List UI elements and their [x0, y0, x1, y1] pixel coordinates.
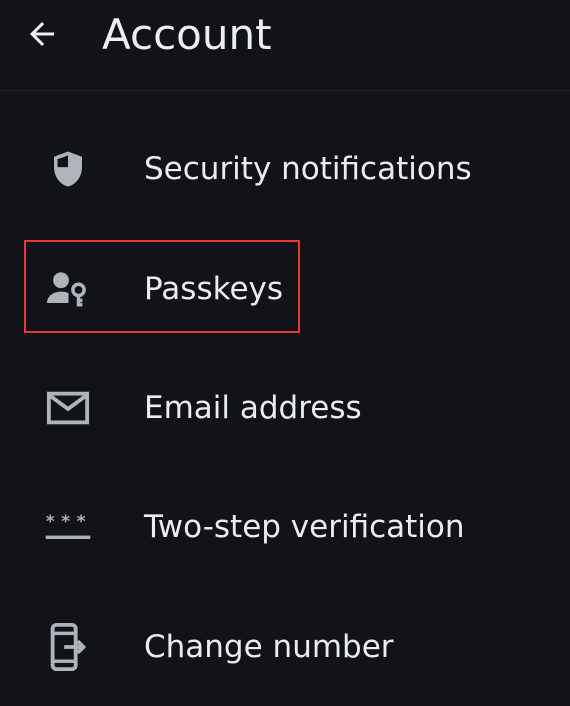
app-bar: Account — [0, 0, 570, 91]
settings-item-label: Security notifications — [144, 151, 472, 187]
settings-item-security-notifications[interactable]: Security notifications — [0, 110, 570, 228]
phone-transfer-icon — [40, 619, 96, 675]
svg-text:*: * — [77, 512, 86, 532]
settings-item-email-address[interactable]: Email address — [0, 349, 570, 467]
settings-item-passkeys[interactable]: Passkeys — [0, 230, 570, 348]
person-key-icon — [40, 261, 96, 317]
settings-item-two-step-verification[interactable]: * * * Two-step verification — [0, 468, 570, 586]
settings-item-label: Passkeys — [144, 271, 284, 307]
svg-text:*: * — [61, 512, 70, 532]
settings-item-change-number[interactable]: Change number — [0, 588, 570, 706]
shield-icon — [40, 141, 96, 197]
settings-item-label: Two-step verification — [144, 509, 465, 545]
settings-item-label: Change number — [144, 629, 394, 665]
svg-text:*: * — [46, 512, 55, 532]
settings-item-label: Email address — [144, 390, 362, 426]
arrow-left-icon — [30, 22, 54, 46]
back-button[interactable] — [18, 10, 66, 58]
page-title: Account — [102, 10, 272, 59]
password-dots-icon: * * * — [40, 499, 96, 555]
mail-icon — [40, 380, 96, 436]
